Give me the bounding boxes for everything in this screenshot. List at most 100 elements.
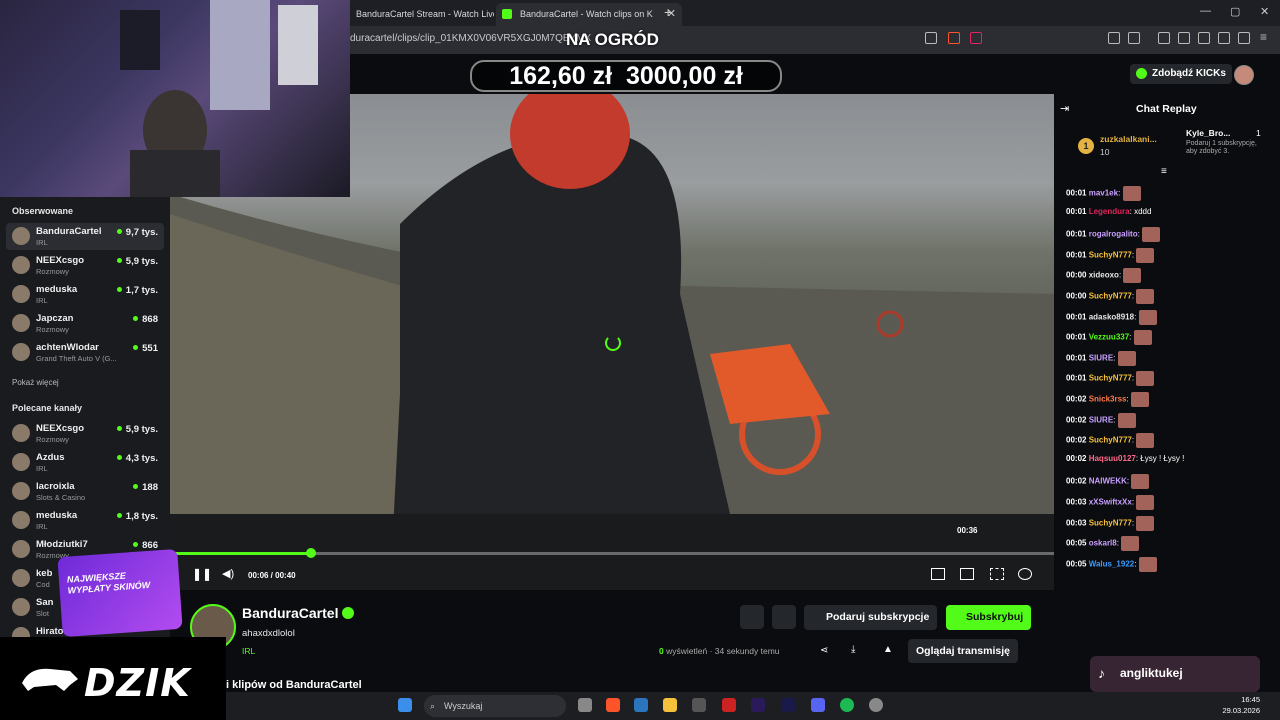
avatar: [12, 569, 30, 587]
window-close-icon[interactable]: ✕: [1260, 5, 1269, 18]
avatar: [12, 511, 30, 529]
theater-mode-icon[interactable]: [960, 568, 974, 580]
chat-username[interactable]: oskarl8: [1089, 539, 1117, 548]
tiktok-icon: ♪: [1098, 665, 1105, 681]
sidebar-channel[interactable]: BanduraCartel IRL 9,7 tys.: [6, 223, 164, 250]
chat-username[interactable]: Walus_1922: [1089, 559, 1135, 568]
tiktok-overlay: ♪ angliktukej: [1090, 656, 1260, 692]
url-text[interactable]: duracartel/clips/clip_01KMX0V06VR5XGJ0M7…: [350, 33, 591, 44]
time-display: 00:06 / 00:40: [248, 571, 296, 580]
minimize-icon[interactable]: —: [1200, 5, 1211, 17]
address-bar[interactable]: duracartel/clips/clip_01KMX0V06VR5XGJ0M7…: [350, 26, 1280, 54]
sidebar-channel[interactable]: Azdus IRL 4,3 tys.: [6, 449, 164, 476]
app-icon[interactable]: [722, 698, 736, 712]
streamer-name[interactable]: BanduraCartel: [242, 605, 338, 621]
chat-username[interactable]: SuchyN777: [1089, 292, 1132, 301]
chat-username[interactable]: Legendura: [1089, 207, 1130, 216]
chat-username[interactable]: xXSwiftxXx: [1089, 498, 1132, 507]
extensions-icon[interactable]: [1108, 32, 1120, 44]
browser-tab-stream[interactable]: BanduraCartel Stream - Watch Live o: [350, 3, 494, 26]
show-more-link[interactable]: Pokaż więcej: [12, 378, 59, 387]
follow-heart-icon[interactable]: [772, 605, 796, 629]
gifter-name[interactable]: zuzkalalkani...: [1100, 134, 1157, 144]
sponsor-overlay: DZIK: [0, 637, 226, 720]
profile-avatar[interactable]: [1234, 65, 1254, 85]
fullscreen-icon[interactable]: [990, 568, 1004, 580]
collapse-chat-icon[interactable]: ⇥: [1060, 102, 1069, 115]
leo-icon[interactable]: [1218, 32, 1230, 44]
start-icon[interactable]: [398, 698, 412, 712]
promo-text: NAJWIĘKSZE WYPŁATY SKINÓW: [66, 570, 151, 596]
sidebar-channel[interactable]: NEEXcsgo Rozmowy 5,9 tys.: [6, 252, 164, 279]
discord-icon[interactable]: [811, 698, 825, 712]
volume-icon[interactable]: ◀): [222, 568, 236, 580]
settings-app-icon[interactable]: [869, 698, 883, 712]
gifter-name-2[interactable]: Kyle_Bro...: [1186, 128, 1230, 138]
emote-icon: [1136, 247, 1155, 263]
chat-title: Chat Replay: [1136, 103, 1197, 115]
brave-icon[interactable]: [606, 698, 620, 712]
chat-username[interactable]: Snick3rss: [1089, 395, 1127, 404]
emote-icon: [1117, 412, 1136, 428]
explorer-icon[interactable]: [663, 698, 677, 712]
gift-subs-button[interactable]: Podaruj subskrypcje: [804, 605, 938, 630]
chat-username[interactable]: SuchyN777: [1089, 518, 1132, 527]
new-tab-button[interactable]: +: [664, 4, 672, 20]
sidebar-channel[interactable]: lacroixla Slots & Casino 188: [6, 478, 164, 505]
obs-icon[interactable]: [692, 698, 706, 712]
chat-username[interactable]: SuchyN777: [1089, 374, 1132, 383]
chat-username[interactable]: SuchyN777: [1089, 436, 1132, 445]
expand-icon[interactable]: ≡: [1161, 166, 1167, 177]
chat-username[interactable]: xideoxo: [1089, 271, 1119, 280]
share-icon[interactable]: [925, 32, 937, 44]
download-icon[interactable]: ⤓: [851, 644, 855, 655]
sidebar-icon[interactable]: [1178, 32, 1190, 44]
system-clock[interactable]: 16:45 29.03.2026: [1222, 694, 1260, 716]
chat-username[interactable]: mav1ek: [1089, 189, 1118, 198]
chat-message: 00:01 SuchyN777:: [1066, 247, 1155, 263]
vpn-icon[interactable]: [1238, 32, 1250, 44]
chat-username[interactable]: SuchyN777: [1089, 250, 1132, 259]
maximize-icon[interactable]: ▢: [1230, 5, 1240, 18]
clip-views: 0 wyświetleń · 34 sekundy temu: [659, 646, 780, 656]
task-view-icon[interactable]: [578, 698, 592, 712]
chat-username[interactable]: adasko8918: [1089, 312, 1134, 321]
get-kicks-button[interactable]: Zdobądź KICKs: [1130, 64, 1232, 84]
sidebar-channel[interactable]: meduska IRL 1,8 tys.: [6, 507, 164, 534]
media-icon[interactable]: [1158, 32, 1170, 44]
sidebar-channel[interactable]: achtenWlodar Grand Theft Auto V (G... 551: [6, 339, 164, 366]
sidebar-channel[interactable]: meduska IRL 1,7 tys.: [6, 281, 164, 308]
menu-icon[interactable]: ≡: [1260, 31, 1272, 44]
reader-icon[interactable]: [1128, 32, 1140, 44]
pause-icon[interactable]: ❚❚: [192, 568, 212, 580]
search-icon: ⌕: [430, 701, 436, 711]
after-effects-icon[interactable]: [781, 698, 795, 712]
notification-bell-icon[interactable]: [740, 605, 764, 629]
share-icon[interactable]: ⋖: [820, 645, 828, 656]
watch-stream-button[interactable]: Oglądaj transmisję: [908, 639, 1018, 663]
chat-username[interactable]: NAIWEKK: [1089, 477, 1127, 486]
brave-rewards-icon[interactable]: [970, 32, 982, 44]
sponsor-logo-text: DZIK: [84, 661, 191, 705]
category-link[interactable]: IRL: [242, 646, 255, 656]
pip-icon[interactable]: [931, 568, 945, 580]
browser-tab-bar: BanduraCartel Stream - Watch Live o Band…: [350, 0, 1280, 26]
sidebar-channel[interactable]: Japczan Rozmowy 868: [6, 310, 164, 337]
steam-icon[interactable]: [634, 698, 648, 712]
brave-shield-icon[interactable]: [948, 32, 960, 44]
settings-icon[interactable]: [1018, 568, 1032, 580]
subscribe-button[interactable]: Subskrybuj: [946, 605, 1032, 630]
chat-username[interactable]: SIURE: [1089, 353, 1113, 362]
chat-username[interactable]: Haqsuu0127: [1089, 454, 1136, 463]
report-icon[interactable]: ▲: [883, 644, 893, 655]
premiere-icon[interactable]: [751, 698, 765, 712]
wallet-icon[interactable]: [1198, 32, 1210, 44]
chat-username[interactable]: Vezzuu337: [1089, 333, 1129, 342]
spotify-icon[interactable]: [840, 698, 854, 712]
avatar: [12, 453, 30, 471]
chat-username[interactable]: SIURE: [1089, 415, 1113, 424]
taskbar-search[interactable]: ⌕ Wyszukaj: [424, 695, 566, 717]
chat-username[interactable]: rogalrogalito: [1089, 230, 1138, 239]
browser-tab-clips[interactable]: BanduraCartel - Watch clips on K ✕: [496, 3, 682, 26]
sidebar-channel[interactable]: NEEXcsgo Rozmowy 5,9 tys.: [6, 420, 164, 447]
